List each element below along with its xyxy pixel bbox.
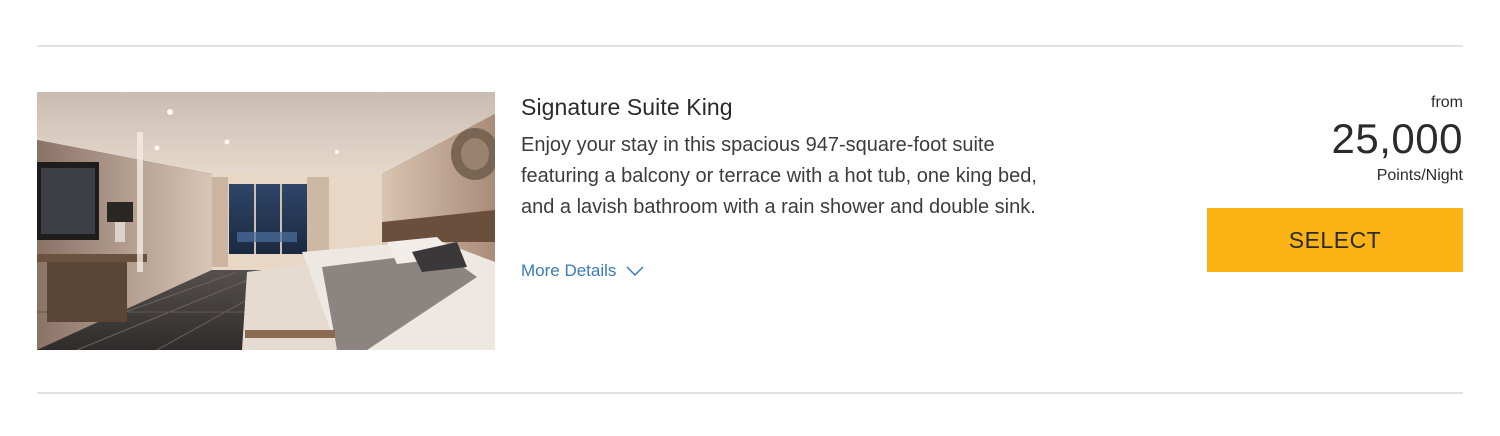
price-from-label: from [1431, 94, 1463, 111]
points-value: 25,000 [1331, 115, 1463, 162]
room-card: Signature Suite King Enjoy your stay in … [37, 92, 1463, 350]
bottom-divider [37, 392, 1463, 394]
points-unit-label: Points/Night [1376, 167, 1463, 184]
room-description: Enjoy your stay in this spacious 947-squ… [521, 134, 1037, 218]
chevron-down-icon [626, 266, 644, 276]
price-block: from 25,000 Points/Night [1207, 92, 1463, 188]
room-title: Signature Suite King [521, 94, 733, 120]
room-photo[interactable] [37, 92, 495, 350]
more-details-link[interactable]: More Details [521, 261, 644, 281]
top-divider [37, 45, 1463, 47]
more-details-label: More Details [521, 261, 617, 280]
select-button[interactable]: SELECT [1207, 208, 1463, 272]
